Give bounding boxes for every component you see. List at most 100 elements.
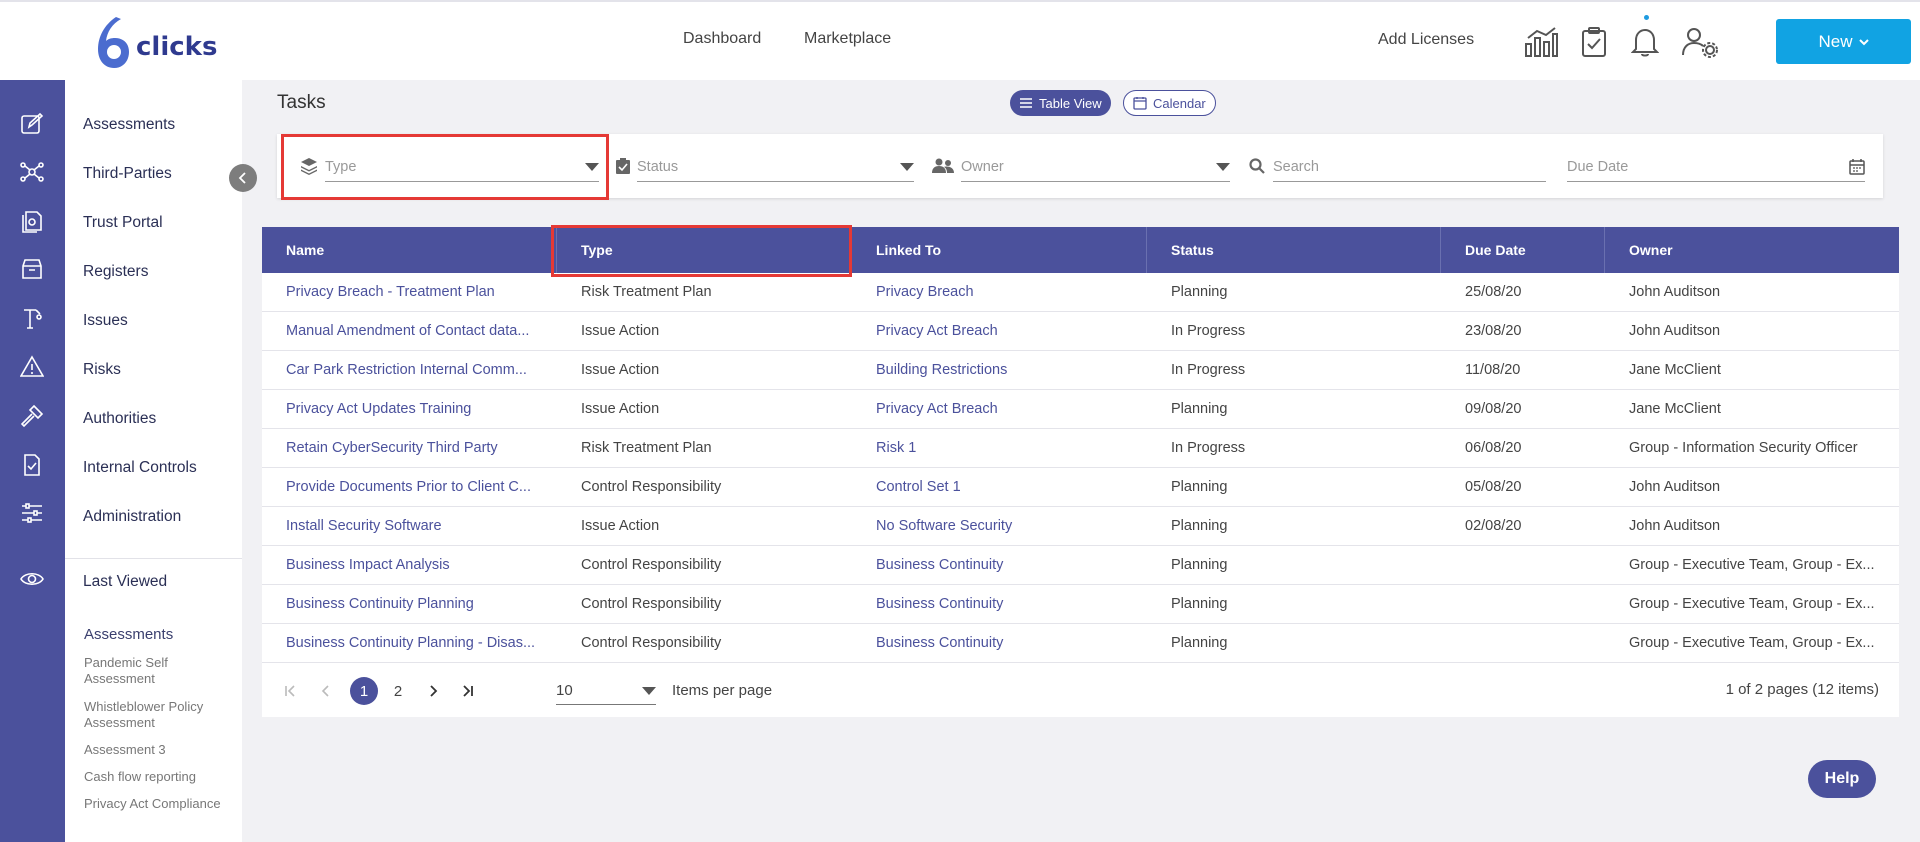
cell-due-date: 05/08/20 [1465, 479, 1522, 495]
nav-dashboard[interactable]: Dashboard [683, 30, 761, 48]
collapse-sidebar-button[interactable] [229, 164, 257, 192]
table-view-toggle[interactable]: Table View [1010, 90, 1111, 116]
cell-linked-to[interactable]: Control Set 1 [852, 468, 1147, 506]
user-settings-icon[interactable] [1680, 22, 1720, 62]
sidebar-item-assessments[interactable]: Assessments [83, 116, 175, 134]
first-page-icon[interactable] [276, 677, 304, 705]
clipboard-check-icon[interactable] [1574, 22, 1614, 62]
due-date-input[interactable]: Due Date [1567, 152, 1865, 182]
cell-linked-to[interactable]: Privacy Act Breach [852, 312, 1147, 350]
last-page-icon[interactable] [454, 677, 482, 705]
table-view-label: Table View [1039, 95, 1102, 111]
network-icon[interactable] [18, 158, 46, 186]
nav-marketplace[interactable]: Marketplace [804, 30, 891, 48]
sidebar-item-third-parties[interactable]: Third-Parties [83, 165, 172, 183]
cell-linked-to[interactable]: Building Restrictions [852, 351, 1147, 389]
logo-text: clicks [136, 32, 218, 62]
add-licenses-link[interactable]: Add Licenses [1378, 31, 1474, 49]
checklist-icon[interactable] [18, 451, 46, 479]
recent-item-privacy-act[interactable]: Privacy Act Compliance [84, 796, 234, 812]
cell-due-date: 23/08/20 [1465, 323, 1522, 339]
sidebar-item-issues[interactable]: Issues [83, 312, 128, 330]
caret-down-icon [900, 162, 914, 171]
cell-linked-to[interactable]: Business Continuity [852, 624, 1147, 662]
cell-name[interactable]: Business Continuity Planning - Disas... [262, 624, 557, 662]
table-row[interactable]: Privacy Act Updates Training Issue Action… [262, 390, 1899, 429]
column-header-owner[interactable]: Owner [1605, 227, 1899, 273]
sliders-icon[interactable] [18, 499, 46, 527]
new-button[interactable]: New [1776, 19, 1911, 64]
owner-filter-select[interactable]: Owner [961, 152, 1230, 182]
cell-due-date [1441, 585, 1605, 623]
sidebar-item-authorities[interactable]: Authorities [83, 410, 156, 428]
sidebar-item-trust-portal[interactable]: Trust Portal [83, 214, 163, 232]
tasks-table: Name Type Linked To Status Due Date Owne… [262, 227, 1899, 717]
edit-icon[interactable] [18, 110, 46, 138]
help-button[interactable]: Help [1808, 760, 1876, 798]
table-row[interactable]: Car Park Restriction Internal Comm... Iss… [262, 351, 1899, 390]
page-button-1[interactable]: 1 [350, 677, 378, 705]
table-row[interactable]: Install Security Software Issue Action No … [262, 507, 1899, 546]
cell-linked-to[interactable]: Privacy Breach [852, 273, 1147, 311]
cell-linked-to[interactable]: Privacy Act Breach [852, 390, 1147, 428]
table-row[interactable]: Business Continuity Planning Control Resp… [262, 585, 1899, 624]
cell-due-date: 11/08/20 [1465, 362, 1521, 378]
column-header-type[interactable]: Type [557, 227, 852, 273]
column-header-status[interactable]: Status [1147, 227, 1441, 273]
cell-name[interactable]: Business Impact Analysis [262, 546, 557, 584]
recent-item-whistleblower[interactable]: Whistleblower Policy Assessment [84, 699, 234, 731]
cell-name[interactable]: Business Continuity Planning [262, 585, 557, 623]
column-header-due-date[interactable]: Due Date [1441, 227, 1605, 273]
page-button-2[interactable]: 2 [384, 677, 412, 705]
logo[interactable]: clicks [94, 14, 224, 70]
clipboard-icon [613, 156, 633, 176]
sidebar-item-administration[interactable]: Administration [83, 508, 181, 526]
warning-icon[interactable] [18, 353, 46, 381]
items-per-page-label: Items per page [672, 682, 773, 699]
cell-name[interactable]: Privacy Breach - Treatment Plan [262, 273, 557, 311]
table-row[interactable]: Manual Amendment of Contact data... Issue… [262, 312, 1899, 351]
recent-item-pandemic[interactable]: Pandemic Self Assessment [84, 655, 234, 687]
cell-name[interactable]: Retain CyberSecurity Third Party [262, 429, 557, 467]
column-header-name[interactable]: Name [262, 227, 557, 273]
type-filter-select[interactable]: Type [325, 152, 599, 182]
column-header-linked-to[interactable]: Linked To [852, 227, 1147, 273]
status-filter-select[interactable]: Status [637, 152, 914, 182]
hammer-icon[interactable] [18, 402, 46, 430]
issue-icon[interactable] [18, 305, 46, 333]
bell-icon[interactable] [1625, 22, 1665, 62]
table-row[interactable]: Privacy Breach - Treatment Plan Risk Trea… [262, 273, 1899, 312]
sidebar-item-registers[interactable]: Registers [83, 263, 148, 281]
eye-icon[interactable] [18, 565, 46, 593]
cell-linked-to[interactable]: Business Continuity [852, 546, 1147, 584]
cell-name[interactable]: Car Park Restriction Internal Comm... [262, 351, 557, 389]
cell-name[interactable]: Privacy Act Updates Training [262, 390, 557, 428]
chart-icon[interactable] [1521, 22, 1561, 62]
next-page-icon[interactable] [419, 677, 447, 705]
cell-type: Control Responsibility [581, 557, 722, 573]
cell-name[interactable]: Install Security Software [262, 507, 557, 545]
cell-owner: John Auditson [1629, 479, 1721, 495]
previous-page-icon[interactable] [312, 677, 340, 705]
table-row[interactable]: Retain CyberSecurity Third Party Risk Tre… [262, 429, 1899, 468]
table-row[interactable]: Business Impact Analysis Control Responsi… [262, 546, 1899, 585]
calendar-view-toggle[interactable]: Calendar [1123, 90, 1216, 116]
table-row[interactable]: Business Continuity Planning - Disas... C… [262, 624, 1899, 663]
cell-name[interactable]: Manual Amendment of Contact data... [262, 312, 557, 350]
recent-item-assessment-3[interactable]: Assessment 3 [84, 742, 234, 758]
new-button-label: New [1818, 31, 1853, 51]
table-row[interactable]: Provide Documents Prior to Client C... Co… [262, 468, 1899, 507]
cell-linked-to[interactable]: Risk 1 [852, 429, 1147, 467]
documents-icon[interactable] [18, 207, 46, 235]
sidebar-item-risks[interactable]: Risks [83, 361, 121, 379]
search-input[interactable]: Search [1273, 152, 1546, 182]
calendar-icon[interactable] [1849, 158, 1865, 175]
register-icon[interactable] [18, 255, 46, 283]
cell-linked-to[interactable]: No Software Security [852, 507, 1147, 545]
sidebar-last-viewed[interactable]: Last Viewed [83, 573, 167, 591]
recent-item-cash-flow[interactable]: Cash flow reporting [84, 769, 234, 785]
cell-name[interactable]: Provide Documents Prior to Client C... [262, 468, 557, 506]
cell-linked-to[interactable]: Business Continuity [852, 585, 1147, 623]
items-per-page-select[interactable]: 10 [556, 677, 656, 705]
sidebar-item-internal-controls[interactable]: Internal Controls [83, 459, 197, 477]
